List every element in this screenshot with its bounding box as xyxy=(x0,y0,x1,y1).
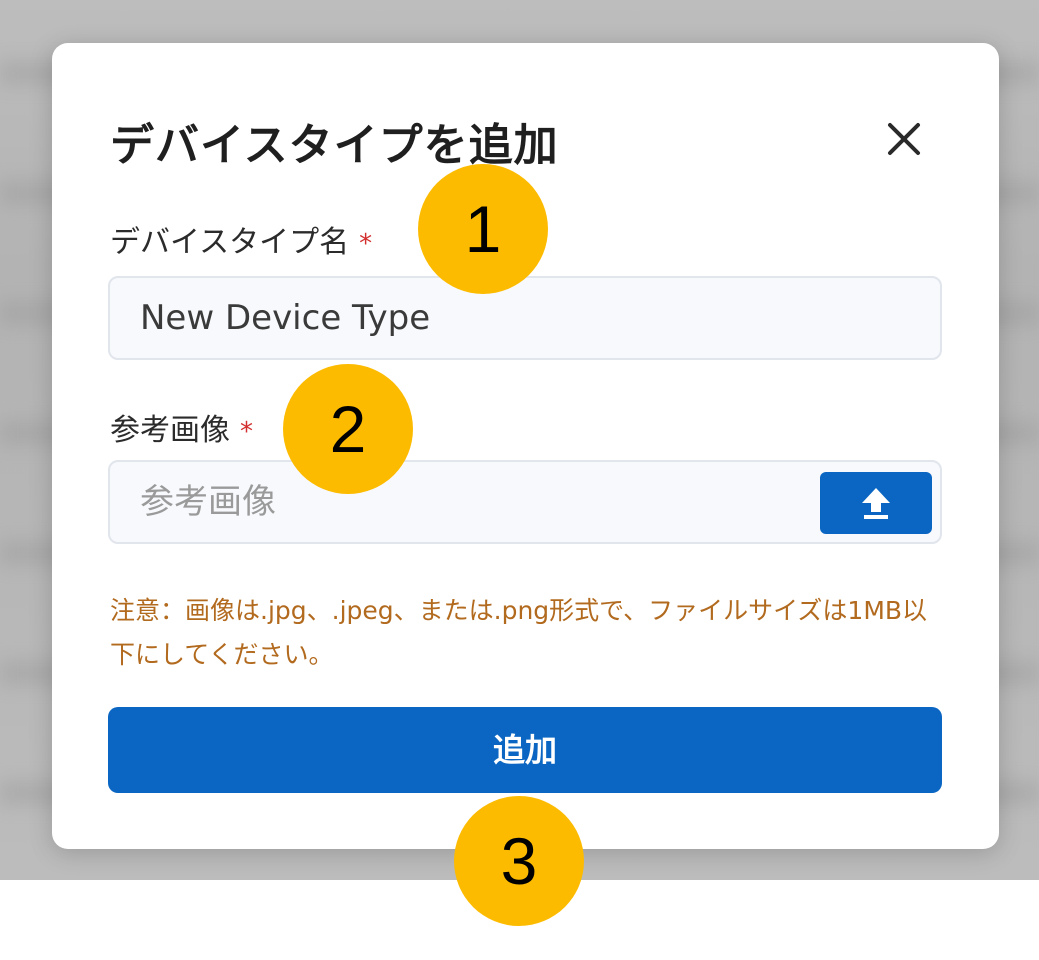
reference-image-field[interactable] xyxy=(108,460,942,544)
reference-image-label-text: 参考画像 xyxy=(110,413,230,448)
required-mark: * xyxy=(240,417,253,447)
close-button[interactable] xyxy=(878,113,930,165)
annotation-marker-1: 1 xyxy=(418,164,548,294)
reference-image-input[interactable] xyxy=(140,462,800,542)
add-device-type-dialog: デバイスタイプを追加 デバイスタイプ名 * 参考画像 * 注意：画像は.jpg、.j… xyxy=(52,43,999,849)
required-mark: * xyxy=(359,229,373,259)
device-type-name-label: デバイスタイプ名 * xyxy=(110,217,372,261)
annotation-marker-2: 2 xyxy=(283,364,413,494)
device-type-name-field[interactable] xyxy=(108,276,942,360)
close-icon xyxy=(888,123,920,155)
annotation-marker-3: 3 xyxy=(454,796,584,926)
upload-button[interactable] xyxy=(820,472,932,534)
add-button[interactable]: 追加 xyxy=(108,707,942,793)
reference-image-label: 参考画像 * xyxy=(110,405,253,449)
file-format-note: 注意：画像は.jpg、.jpeg、または.png形式で、ファイルサイズは1MB以… xyxy=(110,596,928,669)
upload-icon xyxy=(862,488,890,519)
dialog-title: デバイスタイプを追加 xyxy=(110,120,559,171)
device-type-name-label-text: デバイスタイプ名 xyxy=(110,225,350,260)
